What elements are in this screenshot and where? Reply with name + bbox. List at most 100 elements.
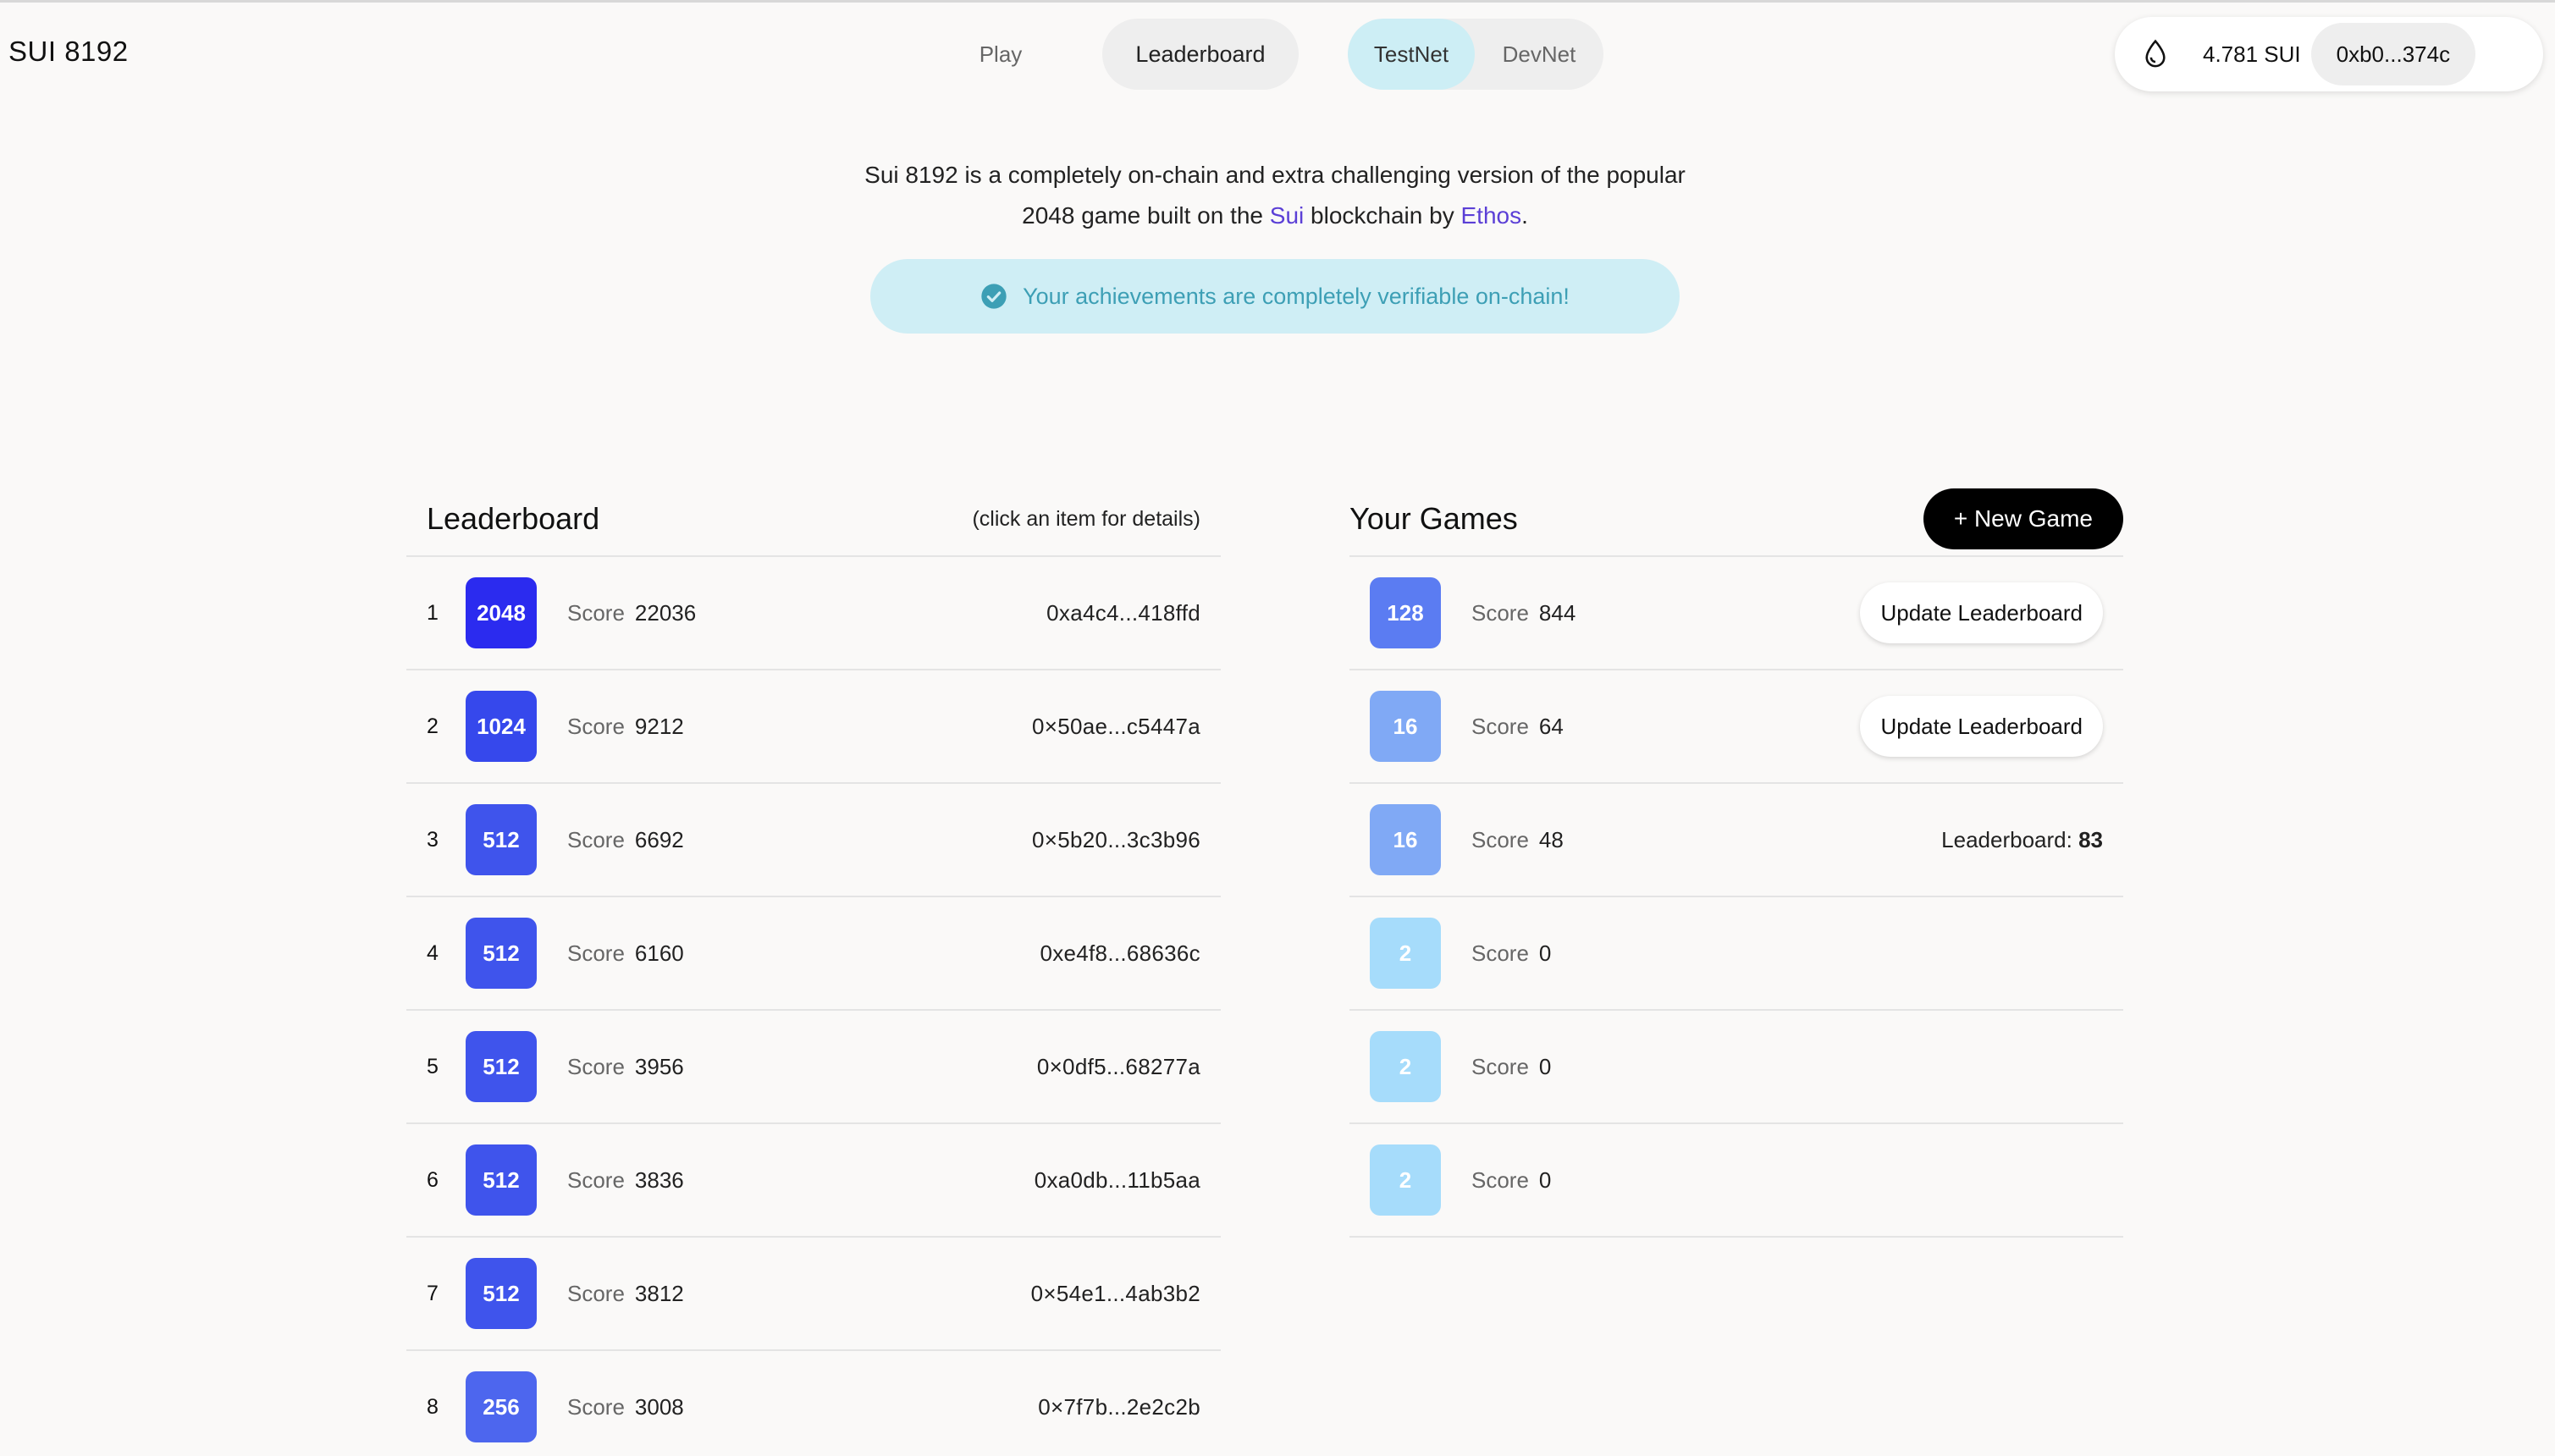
rank-number: 8 xyxy=(427,1394,439,1419)
leaderboard-position: Leaderboard: 83 xyxy=(1941,827,2103,853)
update-leaderboard-button[interactable]: Update Leaderboard xyxy=(1860,582,2103,643)
score-label: Score xyxy=(1471,1053,1529,1079)
rank-number: 6 xyxy=(427,1167,439,1192)
score-label: Score xyxy=(567,1053,625,1079)
leaderboard-row[interactable]: 2 1024 Score 9212 0×50ae...c5447a xyxy=(406,670,1221,784)
brand-prefix: SUI xyxy=(8,36,57,67)
wallet-button[interactable]: 4.781 SUI 0xb0...374c xyxy=(2115,17,2543,91)
leaderboard-row[interactable]: 6 512 Score 3836 0xa0db...11b5aa xyxy=(406,1124,1221,1238)
score-value: 0 xyxy=(1538,940,1552,966)
rank-number: 5 xyxy=(427,1054,439,1078)
network-testnet[interactable]: TestNet xyxy=(1348,19,1475,90)
leaderboard-title: Leaderboard xyxy=(427,501,600,536)
score-label: Score xyxy=(1471,599,1529,626)
sui-drop-icon xyxy=(2145,39,2166,68)
rank-number: 1 xyxy=(427,600,439,625)
top-tile: 512 xyxy=(466,1258,537,1329)
top-tile: 256 xyxy=(466,1371,537,1442)
top-tile: 16 xyxy=(1370,804,1441,875)
top-tile: 128 xyxy=(1370,577,1441,648)
intro-text-2: blockchain by xyxy=(1311,202,1454,229)
leaderboard-position-label: Leaderboard: xyxy=(1941,826,2072,852)
top-tile: 512 xyxy=(466,804,537,875)
top-tile: 1024 xyxy=(466,691,537,762)
wallet-address[interactable]: 0xb0...374c xyxy=(2310,23,2476,85)
leaderboard-hint: (click an item for details) xyxy=(972,506,1200,531)
verifiable-banner: Your achievements are completely verifia… xyxy=(870,259,1680,334)
game-row[interactable]: 128 Score 844 Update Leaderboard xyxy=(1349,557,2123,670)
intro-text-3: . xyxy=(1521,202,1528,229)
top-tile: 512 xyxy=(466,1031,537,1102)
your-games-list: 128 Score 844 Update Leaderboard 16 Score 64 Up… xyxy=(1349,557,2123,1238)
top-tile: 2 xyxy=(1370,1031,1441,1102)
rank-number: 3 xyxy=(427,827,439,852)
score-value: 3812 xyxy=(634,1280,684,1306)
your-games-title: Your Games xyxy=(1349,501,1518,536)
network-devnet[interactable]: DevNet xyxy=(1475,19,1603,90)
wallet-balance: 4.781 SUI xyxy=(2203,41,2301,67)
brand-logo[interactable]: SUI 8192 xyxy=(8,36,129,68)
top-tile: 2048 xyxy=(466,577,537,648)
update-leaderboard-button[interactable]: Update Leaderboard xyxy=(1860,696,2103,757)
score-label: Score xyxy=(1471,826,1529,852)
score-value: 9212 xyxy=(634,713,684,739)
player-address: 0xe4f8...68636c xyxy=(1040,940,1200,966)
rank-number: 7 xyxy=(427,1281,439,1305)
top-tile: 512 xyxy=(466,918,537,989)
network-switcher: TestNet DevNet xyxy=(1348,19,1603,90)
score-label: Score xyxy=(1471,940,1529,966)
leaderboard-row[interactable]: 7 512 Score 3812 0×54e1...4ab3b2 xyxy=(406,1238,1221,1351)
score-label: Score xyxy=(567,826,625,852)
score-value: 6160 xyxy=(634,940,684,966)
game-row[interactable]: 2 Score 0 xyxy=(1349,1124,2123,1238)
score-label: Score xyxy=(567,1166,625,1193)
new-game-button[interactable]: + New Game xyxy=(1923,488,2123,549)
player-address: 0×7f7b...2e2c2b xyxy=(1038,1393,1200,1420)
top-border xyxy=(0,0,2555,3)
score-value: 0 xyxy=(1538,1053,1552,1079)
sui-link[interactable]: Sui xyxy=(1270,202,1304,229)
game-row[interactable]: 2 Score 0 xyxy=(1349,897,2123,1011)
leaderboard-row[interactable]: 1 2048 Score 22036 0xa4c4...418ffd xyxy=(406,557,1221,670)
player-address: 0×0df5...68277a xyxy=(1036,1053,1200,1079)
nav-play[interactable]: Play xyxy=(941,19,1060,90)
score-label: Score xyxy=(567,1393,625,1420)
banner-text: Your achievements are completely verifia… xyxy=(1023,283,1570,309)
score-value: 3956 xyxy=(634,1053,684,1079)
game-row[interactable]: 2 Score 0 xyxy=(1349,1011,2123,1124)
rank-number: 4 xyxy=(427,940,439,965)
score-value: 48 xyxy=(1538,826,1564,852)
intro-text: Sui 8192 is a completely on-chain and ex… xyxy=(847,155,1703,236)
score-label: Score xyxy=(1471,713,1529,739)
leaderboard-row[interactable]: 3 512 Score 6692 0×5b20...3c3b96 xyxy=(406,784,1221,897)
check-circle-icon xyxy=(981,284,1007,309)
score-value: 0 xyxy=(1538,1166,1552,1193)
score-value: 22036 xyxy=(634,599,697,626)
score-value: 6692 xyxy=(634,826,684,852)
top-tile: 512 xyxy=(466,1144,537,1216)
top-tile: 2 xyxy=(1370,918,1441,989)
player-address: 0xa4c4...418ffd xyxy=(1046,599,1200,626)
leaderboard-row[interactable]: 5 512 Score 3956 0×0df5...68277a xyxy=(406,1011,1221,1124)
leaderboard-position-value: 83 xyxy=(2078,826,2103,852)
game-row[interactable]: 16 Score 48 Leaderboard: 83 xyxy=(1349,784,2123,897)
score-value: 844 xyxy=(1538,599,1576,626)
brand-number: 8192 xyxy=(64,36,129,67)
your-games-header: Your Games + New Game xyxy=(1349,483,2123,557)
leaderboard-header: Leaderboard (click an item for details) xyxy=(406,483,1221,557)
game-row[interactable]: 16 Score 64 Update Leaderboard xyxy=(1349,670,2123,784)
player-address: 0×50ae...c5447a xyxy=(1032,713,1200,739)
leaderboard-row[interactable]: 4 512 Score 6160 0xe4f8...68636c xyxy=(406,897,1221,1011)
leaderboard-row[interactable]: 8 256 Score 3008 0×7f7b...2e2c2b xyxy=(406,1351,1221,1456)
score-label: Score xyxy=(567,713,625,739)
player-address: 0×54e1...4ab3b2 xyxy=(1030,1280,1200,1306)
score-label: Score xyxy=(1471,1166,1529,1193)
score-value: 64 xyxy=(1538,713,1564,739)
top-tile: 16 xyxy=(1370,691,1441,762)
nav-leaderboard[interactable]: Leaderboard xyxy=(1102,19,1299,90)
rank-number: 2 xyxy=(427,714,439,738)
top-tile: 2 xyxy=(1370,1144,1441,1216)
ethos-link[interactable]: Ethos xyxy=(1460,202,1521,229)
leaderboard-list: 1 2048 Score 22036 0xa4c4...418ffd 2 1024 Score… xyxy=(406,557,1221,1456)
score-label: Score xyxy=(567,1280,625,1306)
